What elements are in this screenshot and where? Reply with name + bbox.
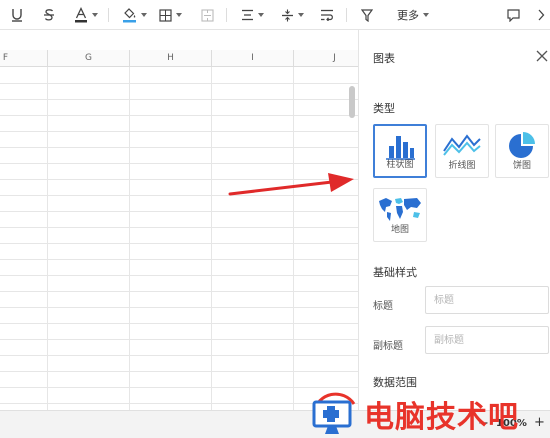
chevron-down-icon <box>423 13 429 17</box>
column-header[interactable]: J <box>294 50 358 67</box>
toolbar-divider <box>346 8 347 22</box>
row-gridline <box>0 211 358 212</box>
more-label: 更多 <box>397 9 419 22</box>
filter-button[interactable] <box>358 4 376 26</box>
column-header-label: G <box>85 53 92 63</box>
title-field-label: 标题 <box>373 301 393 312</box>
borders-button[interactable] <box>156 4 184 26</box>
column-header[interactable]: I <box>212 50 294 67</box>
formula-area <box>0 30 358 50</box>
row-gridline <box>0 307 358 308</box>
chevron-down-icon <box>297 13 304 17</box>
row-gridline <box>0 243 358 244</box>
close-icon[interactable] <box>535 49 549 63</box>
row-gridline <box>0 115 358 116</box>
row-gridline <box>0 371 358 372</box>
column-header[interactable]: H <box>130 50 212 67</box>
chart-type-label: 地图 <box>390 225 409 235</box>
chart-type-map[interactable]: 地图 <box>373 188 427 242</box>
chevron-down-icon <box>140 13 147 17</box>
chart-type-label: 饼图 <box>512 161 531 171</box>
row-gridline <box>0 291 358 292</box>
align-center-icon <box>241 9 253 21</box>
column-header-label: I <box>251 53 254 63</box>
row-gridline <box>0 355 358 356</box>
watermark-logo: 电脑技术吧 <box>306 392 550 438</box>
pie-chart-icon <box>509 132 535 158</box>
chevron-down-icon <box>257 13 264 17</box>
row-gridline <box>0 163 358 164</box>
font-color-button[interactable] <box>72 4 100 26</box>
comment-button[interactable] <box>504 4 522 26</box>
row-gridline <box>0 403 358 404</box>
more-button[interactable]: 更多 <box>394 4 432 26</box>
bar-chart-icon <box>386 136 415 160</box>
underline-icon <box>12 9 22 22</box>
column-header[interactable]: G <box>48 50 130 67</box>
row-gridline <box>0 99 358 100</box>
section-title-data-range: 数据范围 <box>373 376 417 389</box>
chart-type-label: 折线图 <box>448 161 476 171</box>
row-gridline <box>0 275 358 276</box>
row-gridline <box>0 259 358 260</box>
filter-icon <box>361 8 373 22</box>
subtitle-field-label: 副标题 <box>373 341 403 352</box>
row-gridline <box>0 323 358 324</box>
chart-panel: 图表 类型 柱状图 折线图 饼图 地图 基础样式 标题 标题 副标题 副标题 数… <box>358 30 550 410</box>
section-title-basic-style: 基础样式 <box>373 266 417 279</box>
watermark-text: 电脑技术吧 <box>364 400 519 435</box>
comment-icon <box>506 8 520 22</box>
column-header-label: F <box>2 53 9 63</box>
map-chart-icon <box>379 198 421 221</box>
merge-cells-button[interactable] <box>198 4 216 26</box>
column-gridline <box>129 67 130 410</box>
panel-title: 图表 <box>373 52 395 65</box>
chevron-down-icon <box>175 13 182 17</box>
font-color-icon <box>75 7 87 23</box>
text-wrap-icon <box>321 9 333 21</box>
row-gridline <box>0 147 358 148</box>
chart-type-bar[interactable]: 柱状图 <box>373 124 427 178</box>
section-title-type: 类型 <box>373 102 395 115</box>
computer-logo-icon <box>312 392 356 434</box>
border-grid-icon <box>158 8 172 22</box>
text-wrap-button[interactable] <box>318 4 336 26</box>
merge-cells-icon <box>200 8 214 22</box>
red-arrow-annotation <box>228 173 354 196</box>
row-gridline <box>0 131 358 132</box>
toolbar-divider <box>226 8 227 22</box>
column-header-label: H <box>167 53 174 63</box>
row-gridline <box>0 339 358 340</box>
paint-bucket-icon <box>122 8 136 23</box>
horizontal-align-button[interactable] <box>238 4 266 26</box>
column-gridline <box>47 67 48 410</box>
chart-title-input[interactable] <box>425 286 549 314</box>
strikethrough-icon <box>44 9 54 21</box>
chevron-down-icon <box>92 13 98 17</box>
column-gridline <box>293 67 294 410</box>
vertical-align-button[interactable] <box>278 4 306 26</box>
underline-button[interactable] <box>8 4 26 26</box>
vertical-scrollbar-thumb[interactable] <box>349 86 355 118</box>
toolbar-overflow-button[interactable] <box>534 4 548 26</box>
row-gridline <box>0 387 358 388</box>
vertical-align-icon <box>281 9 293 21</box>
fill-color-button[interactable] <box>120 4 148 26</box>
column-gridline <box>211 67 212 410</box>
spreadsheet-grid[interactable]: F G H I J <box>0 50 358 410</box>
chevron-right-icon <box>538 9 545 21</box>
row-gridline <box>0 227 358 228</box>
column-header[interactable]: F <box>0 50 48 67</box>
chart-type-label: 柱状图 <box>386 160 414 170</box>
chart-subtitle-input[interactable] <box>425 326 549 354</box>
toolbar: 更多 <box>0 0 550 30</box>
chart-type-pie[interactable]: 饼图 <box>495 124 549 178</box>
toolbar-divider <box>108 8 109 22</box>
row-gridline <box>0 83 358 84</box>
strikethrough-button[interactable] <box>40 4 58 26</box>
line-chart-icon <box>443 134 481 156</box>
chart-type-line[interactable]: 折线图 <box>435 124 489 178</box>
column-header-label: J <box>333 53 336 63</box>
